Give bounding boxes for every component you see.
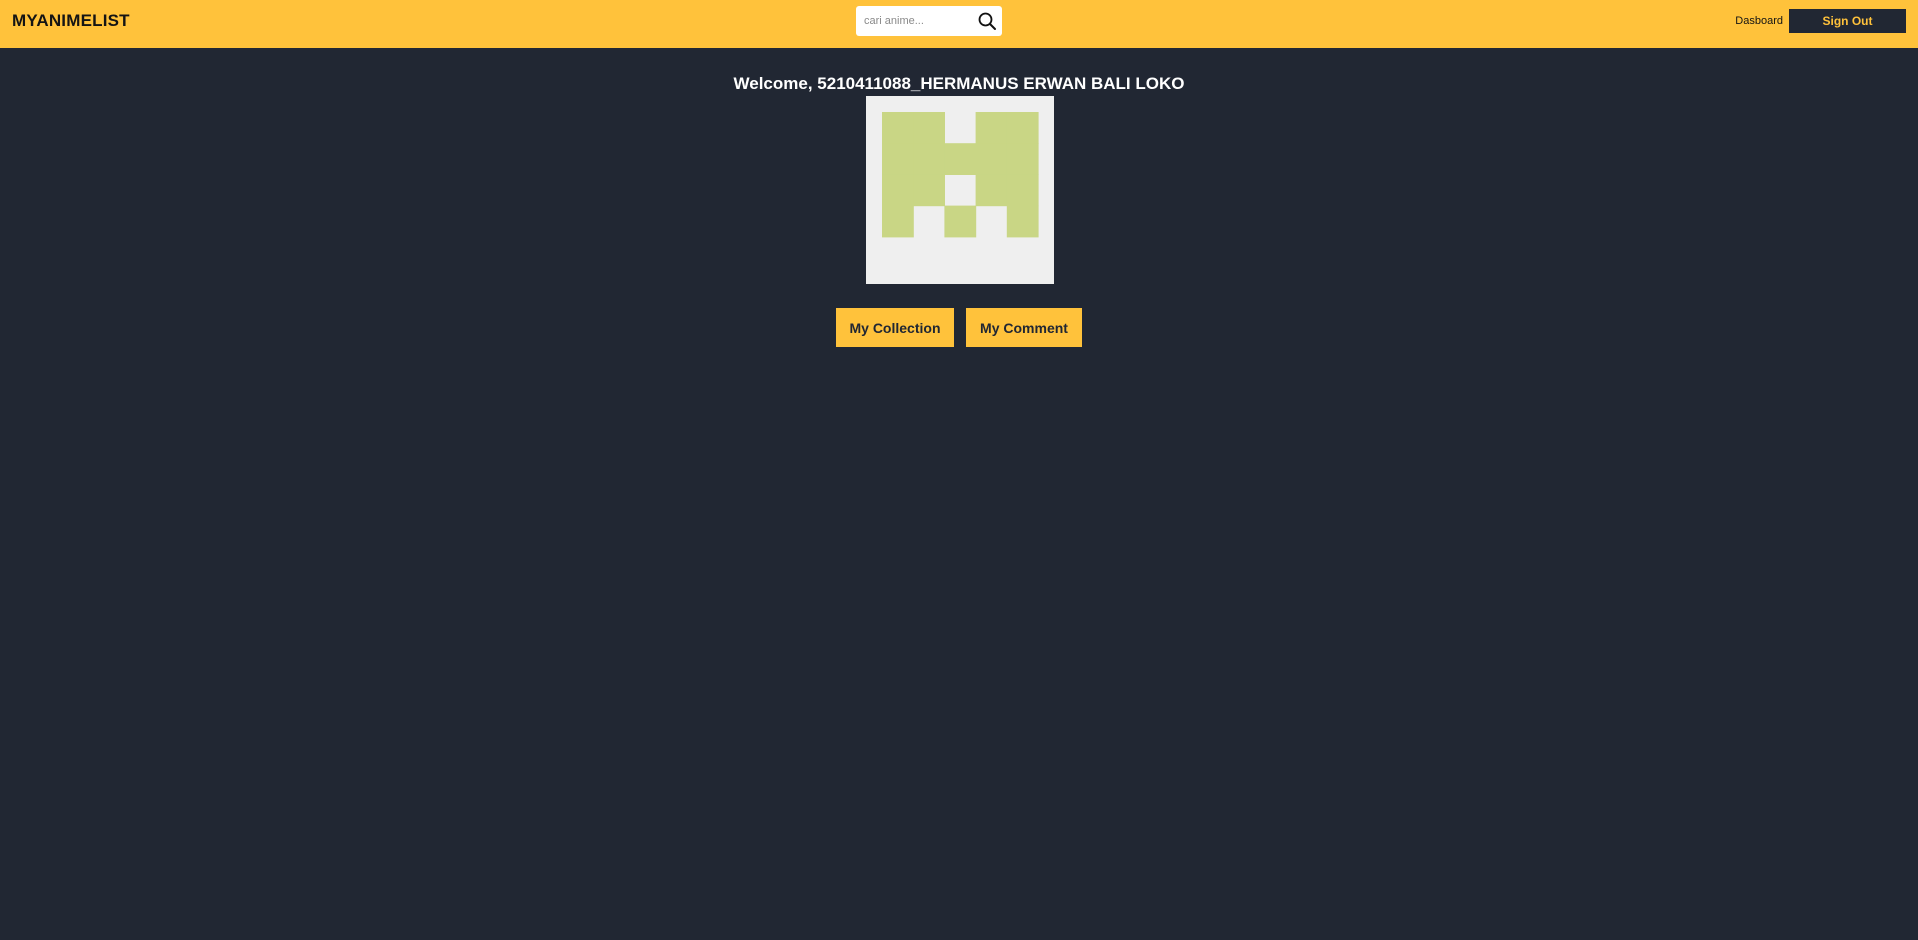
- avatar-identicon: [882, 112, 1039, 238]
- dashboard-link[interactable]: Dasboard: [1735, 15, 1783, 27]
- sign-out-button[interactable]: Sign Out: [1789, 9, 1906, 33]
- identicon-cell: [975, 143, 1008, 175]
- identicon-cell: [944, 205, 977, 238]
- profile-actions: My Collection My Comment: [0, 308, 1918, 347]
- search-input[interactable]: [856, 6, 972, 36]
- my-collection-button[interactable]: My Collection: [836, 308, 954, 347]
- identicon-cell: [882, 174, 914, 207]
- identicon-cell: [913, 174, 945, 207]
- identicon-cell: [882, 112, 914, 144]
- identicon-cell: [975, 112, 1008, 144]
- search-box: [856, 6, 1002, 36]
- identicon-cell: [913, 112, 945, 144]
- my-comment-button[interactable]: My Comment: [966, 308, 1082, 347]
- identicon-cell: [944, 143, 977, 175]
- profile-section: Welcome, 5210411088_HERMANUS ERWAN BALI …: [0, 72, 1918, 284]
- search-icon[interactable]: [976, 10, 998, 32]
- identicon-cell: [975, 174, 1008, 207]
- identicon-cell: [913, 143, 945, 175]
- identicon-cell: [1006, 143, 1039, 175]
- identicon-cell: [1006, 112, 1039, 144]
- navbar: MYANIMELIST Dasboard Sign Out: [0, 0, 1918, 48]
- identicon-cell: [882, 143, 914, 175]
- identicon-cell: [882, 205, 914, 238]
- logo-link[interactable]: MYANIMELIST: [12, 11, 130, 31]
- nav-right: Dasboard Sign Out: [1735, 9, 1906, 33]
- avatar: [866, 96, 1054, 284]
- identicon-cell: [1006, 174, 1039, 207]
- identicon-cell: [1006, 205, 1039, 238]
- welcome-heading: Welcome, 5210411088_HERMANUS ERWAN BALI …: [733, 74, 1185, 93]
